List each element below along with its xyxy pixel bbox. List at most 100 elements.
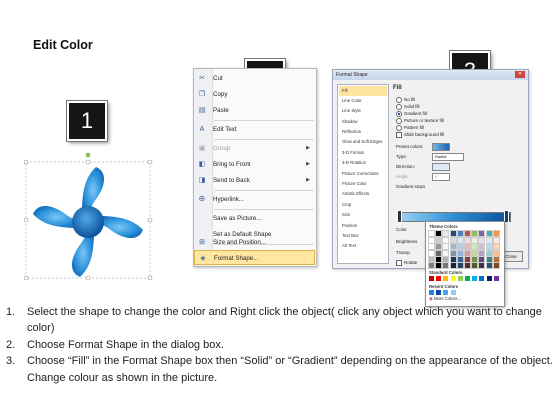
- standard-color-swatch[interactable]: [429, 276, 434, 281]
- theme-color-swatch[interactable]: [485, 255, 493, 263]
- theme-color-swatch[interactable]: [478, 230, 486, 237]
- menu-item-send-to-back[interactable]: ◨ Send to Back ▶: [194, 173, 316, 188]
- theme-color-swatch[interactable]: [492, 237, 500, 245]
- menu-item-paste[interactable]: ▤ Paste: [194, 103, 316, 118]
- menu-item-bring-to-front[interactable]: ◧ Bring to Front ▶: [194, 157, 316, 172]
- rotate-checkbox[interactable]: Rotate: [396, 260, 417, 266]
- recent-color-swatch[interactable]: [443, 290, 449, 295]
- theme-color-swatch[interactable]: [471, 255, 479, 263]
- theme-color-swatch[interactable]: [449, 230, 457, 237]
- theme-color-swatch[interactable]: [456, 243, 464, 251]
- nav-item-3d-rotation[interactable]: 3-D Rotation: [339, 158, 387, 168]
- theme-color-swatch[interactable]: [492, 255, 500, 263]
- theme-color-swatch[interactable]: [435, 262, 443, 269]
- theme-color-swatch[interactable]: [464, 255, 471, 263]
- nav-item-picture-color[interactable]: Picture Color: [339, 179, 387, 189]
- nav-item-line-color[interactable]: Line Color: [339, 96, 387, 106]
- radio-gradient-fill[interactable]: Gradient fill: [396, 111, 427, 117]
- theme-color-swatch[interactable]: [449, 255, 457, 263]
- more-colors-button[interactable]: ◉ More Colors...: [429, 296, 461, 302]
- theme-color-swatch[interactable]: [449, 262, 457, 269]
- checkbox-slide-background-fill[interactable]: Slide background fill: [396, 132, 444, 138]
- theme-color-swatch[interactable]: [471, 249, 479, 257]
- theme-color-swatch[interactable]: [485, 230, 493, 237]
- radio-solid-fill[interactable]: Solid fill: [396, 104, 420, 110]
- theme-color-swatch[interactable]: [478, 243, 486, 251]
- theme-color-swatch[interactable]: [464, 243, 471, 251]
- theme-color-swatch[interactable]: [435, 237, 443, 245]
- theme-color-swatch[interactable]: [478, 237, 486, 245]
- preset-colors-dropdown[interactable]: [432, 143, 450, 151]
- nav-item-alt-text[interactable]: Alt Text: [339, 241, 387, 251]
- menu-item-group[interactable]: ▣ Group ▶: [194, 141, 316, 156]
- theme-color-swatch[interactable]: [471, 237, 479, 245]
- radio-picture-fill[interactable]: Picture or texture fill: [396, 118, 444, 124]
- menu-item-save-as-picture[interactable]: Save as Picture...: [194, 211, 316, 226]
- menu-item-copy[interactable]: ❐ Copy: [194, 87, 316, 102]
- recent-color-swatch[interactable]: [450, 290, 456, 295]
- theme-color-swatch[interactable]: [428, 262, 435, 269]
- theme-color-swatch[interactable]: [464, 230, 471, 237]
- recent-color-swatch[interactable]: [429, 290, 434, 295]
- rotation-handle[interactable]: [85, 152, 91, 158]
- menu-item-edit-text[interactable]: A Edit Text: [194, 122, 316, 137]
- recent-color-swatch[interactable]: [436, 290, 442, 295]
- menu-item-hyperlink[interactable]: 🜨 Hyperlink...: [194, 192, 316, 207]
- close-icon[interactable]: ✕: [515, 71, 525, 78]
- nav-item-line-style[interactable]: Line Style: [339, 106, 387, 116]
- theme-color-swatch[interactable]: [456, 255, 464, 263]
- theme-color-swatch[interactable]: [435, 230, 443, 237]
- theme-color-swatch[interactable]: [456, 249, 464, 257]
- theme-color-swatch[interactable]: [442, 243, 450, 251]
- theme-color-swatch[interactable]: [435, 249, 443, 257]
- theme-color-swatch[interactable]: [464, 262, 471, 269]
- theme-color-swatch[interactable]: [428, 255, 435, 263]
- angle-input[interactable]: 0°: [432, 173, 450, 181]
- radio-no-fill[interactable]: No fill: [396, 97, 415, 103]
- standard-color-swatch[interactable]: [436, 276, 442, 281]
- theme-color-swatch[interactable]: [449, 243, 457, 251]
- theme-color-swatch[interactable]: [485, 243, 493, 251]
- theme-color-swatch[interactable]: [442, 237, 450, 245]
- nav-item-picture-corrections[interactable]: Picture Corrections: [339, 169, 387, 179]
- menu-item-format-shape[interactable]: ◈ Format Shape...: [194, 250, 315, 265]
- theme-color-swatch[interactable]: [485, 262, 493, 269]
- standard-color-swatch[interactable]: [493, 276, 499, 281]
- nav-item-fill[interactable]: Fill: [339, 86, 387, 96]
- nav-item-shadow[interactable]: Shadow: [339, 117, 387, 127]
- menu-item-cut[interactable]: ✂ Cut: [194, 71, 316, 86]
- nav-item-size[interactable]: Size: [339, 210, 387, 220]
- theme-color-swatch[interactable]: [442, 255, 450, 263]
- theme-color-swatch[interactable]: [428, 230, 435, 237]
- theme-color-swatch[interactable]: [456, 237, 464, 245]
- theme-color-swatch[interactable]: [428, 249, 435, 257]
- nav-item-artistic-effects[interactable]: Artistic Effects: [339, 189, 387, 199]
- theme-color-swatch[interactable]: [449, 237, 457, 245]
- standard-color-swatch[interactable]: [472, 276, 478, 281]
- theme-color-swatch[interactable]: [464, 249, 471, 257]
- nav-item-text-box[interactable]: Text Box: [339, 231, 387, 241]
- nav-item-glow[interactable]: Glow and Soft Edges: [339, 137, 387, 147]
- theme-color-swatch[interactable]: [428, 243, 435, 251]
- radio-pattern-fill[interactable]: Pattern fill: [396, 125, 424, 131]
- theme-color-swatch[interactable]: [442, 262, 450, 269]
- theme-color-swatch[interactable]: [492, 230, 500, 237]
- standard-color-swatch[interactable]: [457, 276, 463, 281]
- theme-color-swatch[interactable]: [492, 262, 500, 269]
- theme-color-swatch[interactable]: [485, 237, 493, 245]
- standard-color-swatch[interactable]: [465, 276, 470, 281]
- type-dropdown[interactable]: Radial: [432, 153, 464, 161]
- theme-color-swatch[interactable]: [478, 249, 486, 257]
- theme-color-swatch[interactable]: [442, 249, 450, 257]
- theme-color-swatch[interactable]: [449, 249, 457, 257]
- standard-color-swatch[interactable]: [443, 276, 449, 281]
- theme-color-swatch[interactable]: [428, 237, 435, 245]
- standard-color-swatch[interactable]: [486, 276, 492, 281]
- theme-color-swatch[interactable]: [435, 243, 443, 251]
- theme-color-swatch[interactable]: [471, 243, 479, 251]
- theme-color-swatch[interactable]: [471, 262, 479, 269]
- menu-item-size-and-position[interactable]: ⊞ Size and Position...: [194, 235, 314, 250]
- theme-color-swatch[interactable]: [478, 262, 486, 269]
- nav-item-crop[interactable]: Crop: [339, 200, 387, 210]
- nav-item-reflection[interactable]: Reflection: [339, 127, 387, 137]
